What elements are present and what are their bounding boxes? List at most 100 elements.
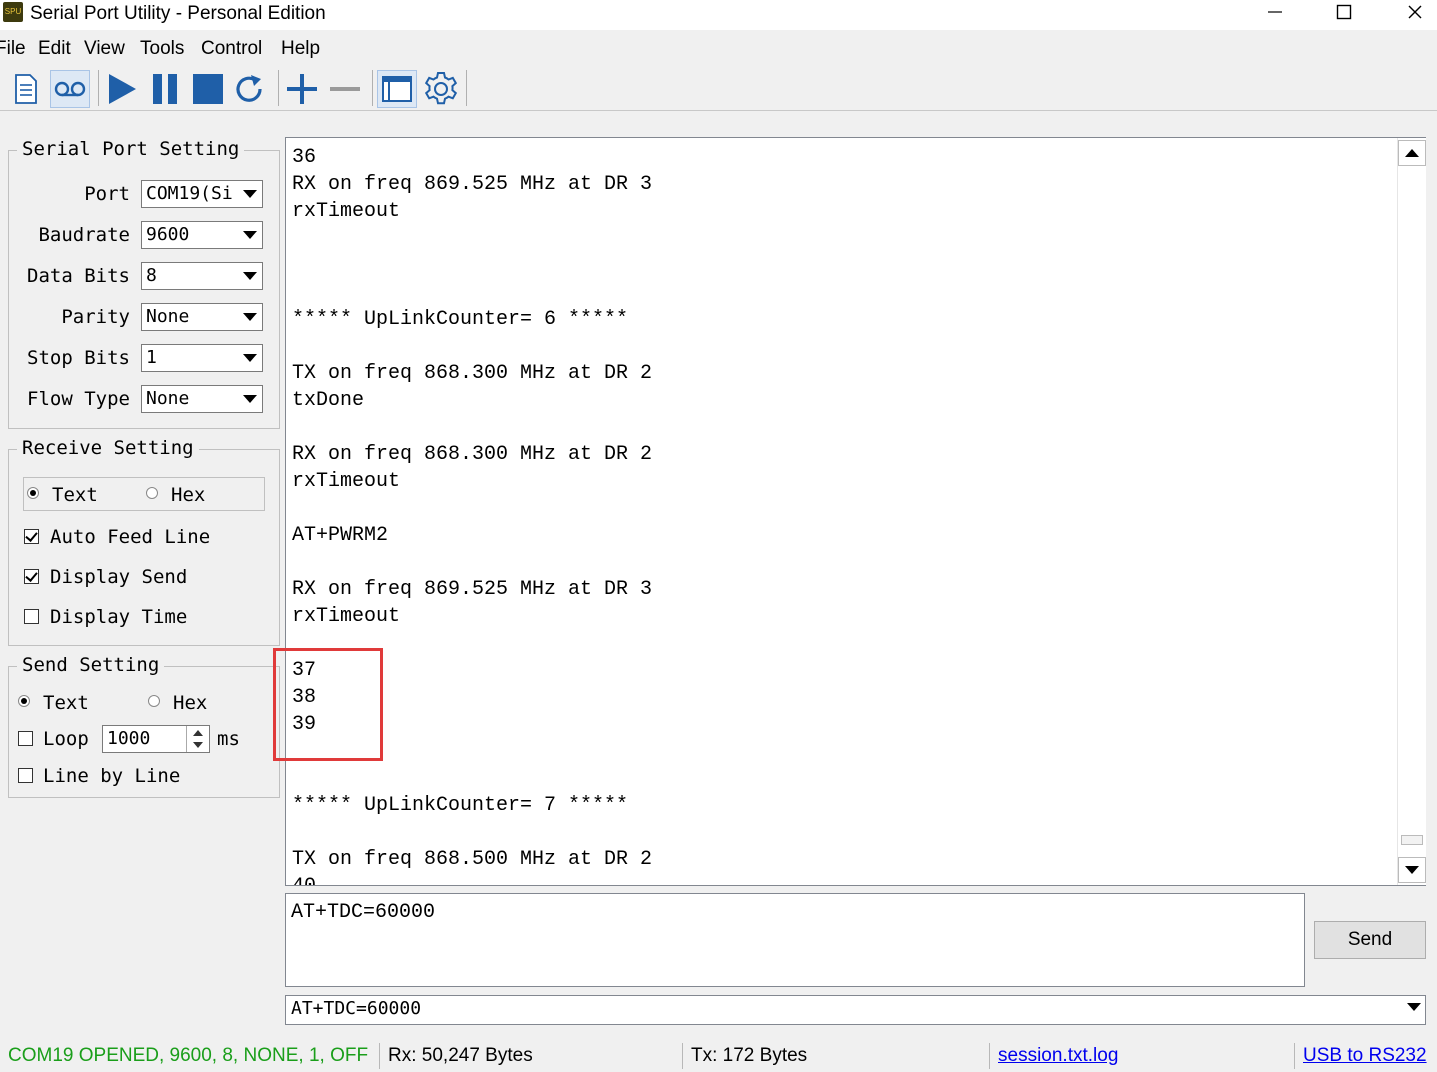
data-bits-label: Data Bits: [27, 265, 130, 287]
receive-hex-radio[interactable]: [146, 487, 158, 499]
menu-tools[interactable]: Tools: [140, 38, 184, 60]
minimize-button[interactable]: [1240, 0, 1310, 30]
ms-label: ms: [217, 728, 240, 750]
line-by-line-checkbox[interactable]: [18, 768, 33, 783]
status-log-file[interactable]: session.txt.log: [990, 1043, 1295, 1069]
stop-button[interactable]: [188, 70, 228, 108]
log-line: rxTimeout: [292, 200, 401, 223]
pause-button[interactable]: [145, 70, 185, 108]
send-hex-radio[interactable]: [148, 695, 160, 707]
refresh-icon: [236, 75, 262, 102]
close-icon: [1408, 5, 1422, 19]
parity-label: Parity: [61, 306, 130, 328]
new-file-icon: [15, 74, 37, 104]
scroll-thumb[interactable]: [1401, 835, 1423, 845]
scroll-up-button[interactable]: [1398, 140, 1426, 166]
status-tx: Tx: 172 Bytes: [683, 1043, 990, 1069]
maximize-icon: [1336, 4, 1352, 20]
chevron-down-icon: [240, 183, 260, 205]
parity-value: None: [146, 306, 190, 327]
loop-interval-value: 1000: [107, 728, 151, 749]
port-value: COM19(Si: [146, 183, 233, 204]
send-setting-title: Send Setting: [17, 654, 165, 676]
receive-setting-title: Receive Setting: [17, 437, 199, 459]
display-send-checkbox[interactable]: [24, 569, 39, 584]
scroll-down-icon: [1405, 866, 1419, 874]
menu-file[interactable]: File: [0, 38, 26, 60]
data-bits-value: 8: [146, 265, 157, 286]
play-button[interactable]: [102, 70, 142, 108]
parity-select[interactable]: None: [141, 303, 263, 331]
serial-port-setting-title: Serial Port Setting: [17, 138, 245, 160]
zoom-out-button[interactable]: [325, 70, 365, 108]
log-line: RX on freq 868.300 MHz at DR 2: [292, 443, 653, 466]
stop-bits-label: Stop Bits: [27, 347, 130, 369]
port-select[interactable]: COM19(Si: [141, 180, 263, 208]
scroll-down-button[interactable]: [1398, 857, 1426, 883]
refresh-button[interactable]: [230, 70, 270, 108]
receive-text-label: Text: [52, 484, 98, 506]
send-history-select[interactable]: AT+TDC=60000: [285, 995, 1426, 1025]
baudrate-value: 9600: [146, 224, 190, 245]
chevron-down-icon: [240, 347, 260, 369]
stop-icon: [193, 74, 223, 104]
close-button[interactable]: [1380, 0, 1437, 30]
vertical-scrollbar[interactable]: [1397, 138, 1426, 885]
receive-log[interactable]: 36 RX on freq 869.525 MHz at DR 3 rxTimeou…: [285, 137, 1426, 886]
app-icon: SPU: [3, 2, 23, 22]
log-file-link[interactable]: session.txt.log: [998, 1045, 1118, 1066]
data-bits-select[interactable]: 8: [141, 262, 263, 290]
spin-buttons[interactable]: [186, 726, 209, 752]
settings-icon: [424, 72, 458, 105]
auto-feed-line-checkbox[interactable]: [24, 529, 39, 544]
menu-view[interactable]: View: [84, 38, 125, 60]
menu-help[interactable]: Help: [281, 38, 320, 60]
new-file-button[interactable]: [6, 70, 46, 108]
settings-button[interactable]: [421, 70, 461, 108]
display-time-checkbox[interactable]: [24, 609, 39, 624]
toolbar-separator: [372, 70, 373, 106]
scroll-up-icon: [1405, 149, 1419, 157]
spin-up-icon[interactable]: [193, 730, 203, 736]
send-text-label: Text: [43, 692, 89, 714]
log-line: rxTimeout: [292, 470, 401, 493]
menu-edit[interactable]: Edit: [38, 38, 71, 60]
send-text: AT+TDC=60000: [291, 901, 436, 924]
menu-control[interactable]: Control: [201, 38, 262, 60]
log-line: TX on freq 868.300 MHz at DR 2: [292, 362, 653, 385]
usb-to-rs232-link[interactable]: USB to RS232: [1303, 1045, 1427, 1066]
status-usb-link[interactable]: USB to RS232: [1295, 1043, 1437, 1069]
baudrate-select[interactable]: 9600: [141, 221, 263, 249]
receive-text-radio[interactable]: [27, 487, 39, 499]
toolbar-separator: [98, 70, 99, 106]
send-history-value: AT+TDC=60000: [291, 998, 422, 1019]
log-line: rxTimeout: [292, 605, 401, 628]
display-time-label: Display Time: [50, 606, 188, 628]
display-send-label: Display Send: [50, 566, 188, 588]
loop-interval-input[interactable]: 1000: [102, 725, 210, 753]
loop-label: Loop: [43, 728, 89, 750]
status-rx: Rx: 50,247 Bytes: [380, 1043, 683, 1069]
pause-icon: [153, 74, 177, 104]
zoom-in-button[interactable]: [282, 70, 322, 108]
send-textarea[interactable]: AT+TDC=60000: [285, 893, 1305, 987]
log-line: 40: [292, 875, 316, 885]
spin-down-icon[interactable]: [193, 742, 203, 748]
chevron-down-icon: [240, 224, 260, 246]
port-label: Port: [84, 183, 130, 205]
play-icon: [109, 74, 136, 104]
window-button[interactable]: [377, 70, 417, 108]
window-icon: [382, 76, 412, 102]
send-button[interactable]: Send: [1314, 921, 1426, 959]
flow-type-select[interactable]: None: [141, 385, 263, 413]
record-icon: [54, 81, 86, 97]
auto-feed-line-label: Auto Feed Line: [50, 526, 211, 548]
log-line: ***** UpLinkCounter= 6 *****: [292, 308, 629, 331]
record-button[interactable]: [50, 70, 90, 108]
send-text-radio[interactable]: [18, 695, 30, 707]
maximize-button[interactable]: [1309, 0, 1379, 30]
loop-checkbox[interactable]: [18, 731, 33, 746]
stop-bits-select[interactable]: 1: [141, 344, 263, 372]
log-line: TX on freq 868.500 MHz at DR 2: [292, 848, 653, 871]
flow-type-label: Flow Type: [27, 388, 130, 410]
